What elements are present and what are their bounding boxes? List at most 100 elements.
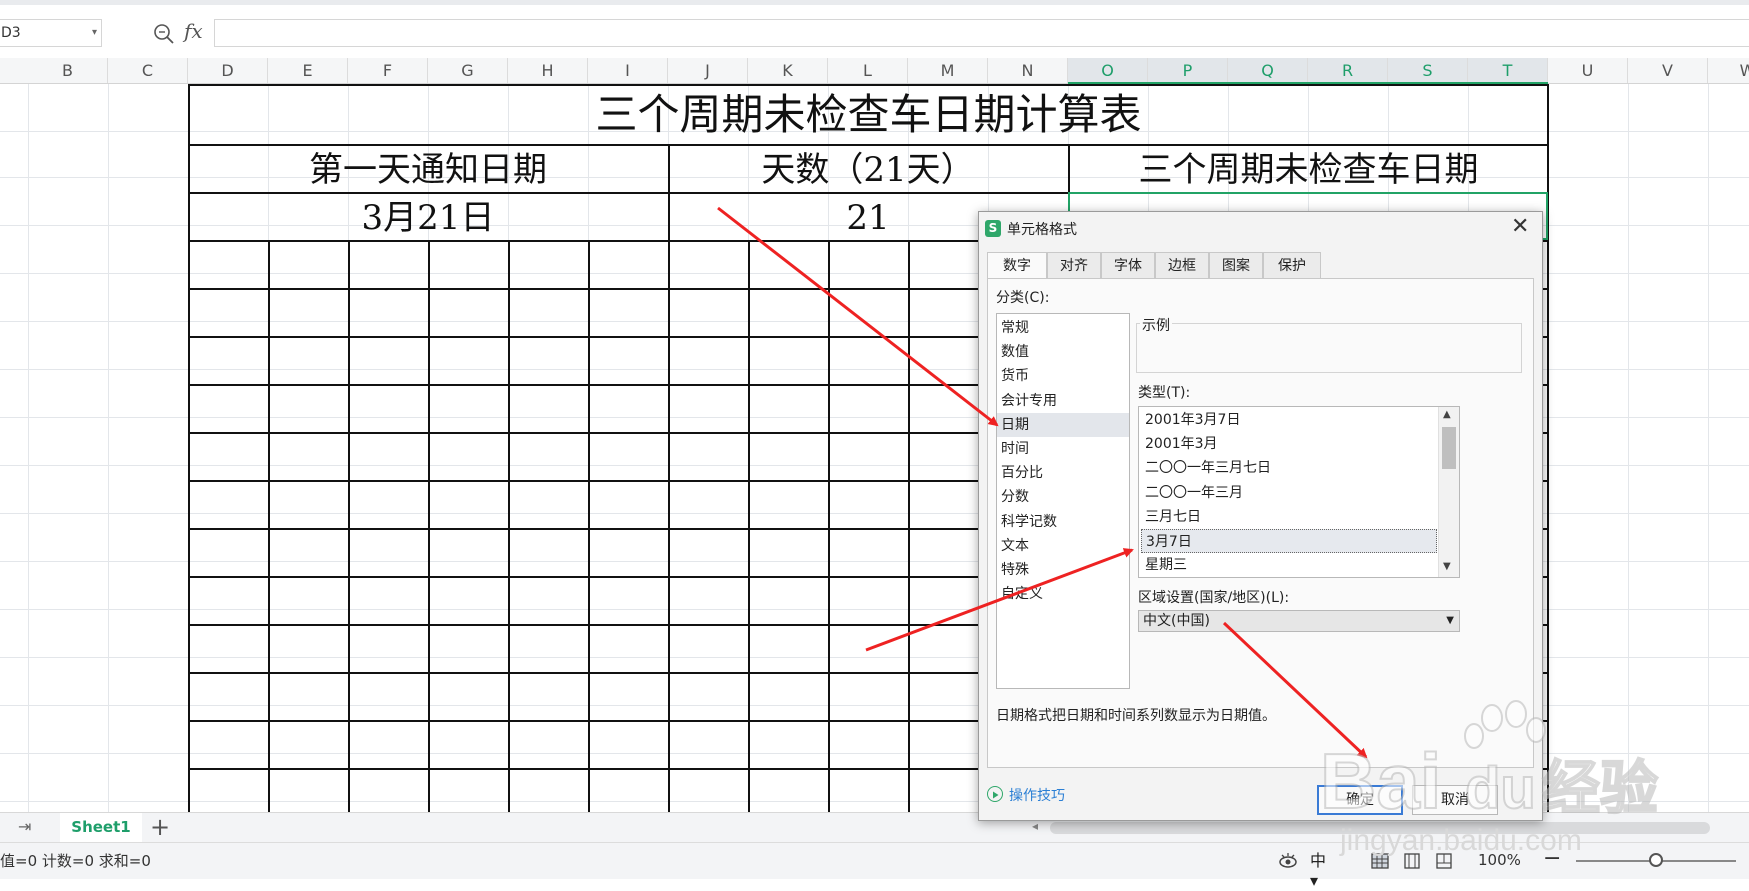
column-header-c[interactable]: C <box>108 58 188 83</box>
tab-alignment[interactable]: 对齐 <box>1047 252 1101 279</box>
status-bar: 值=0 计数=0 求和=0 中▾ 100% − <box>0 842 1749 890</box>
column-headers: BCDEFGHIJKLMNOPQRSTUVW <box>0 58 1749 84</box>
chevron-down-icon[interactable]: ▾ <box>92 20 97 46</box>
type-item[interactable]: 二〇〇一年三月 <box>1141 481 1437 505</box>
type-item[interactable]: 2001年3月 <box>1141 432 1437 456</box>
category-item[interactable]: 分数 <box>997 485 1129 509</box>
ok-button[interactable]: 确定 <box>1317 785 1403 815</box>
page-layout-icon[interactable] <box>1402 851 1422 871</box>
tab-border[interactable]: 边框 <box>1155 252 1209 279</box>
format-description: 日期格式把日期和时间系列数显示为日期值。 <box>996 708 1276 724</box>
type-item[interactable]: 2001年3月7日 <box>1141 408 1437 432</box>
table-border <box>668 240 670 814</box>
fx-icon[interactable]: fx <box>184 19 203 43</box>
scroll-down-icon[interactable]: ▼ <box>1443 561 1451 572</box>
zoom-out-button[interactable]: − <box>1543 846 1561 871</box>
category-item[interactable]: 日期 <box>997 412 1129 437</box>
close-icon[interactable]: ✕ <box>1511 214 1529 239</box>
column-header-t[interactable]: T <box>1468 58 1548 83</box>
input-method-icon[interactable]: 中▾ <box>1310 851 1330 890</box>
category-item[interactable]: 特殊 <box>997 558 1129 582</box>
column-header-u[interactable]: U <box>1548 58 1628 83</box>
column-header-b[interactable]: B <box>28 58 108 83</box>
horizontal-scrollbar[interactable] <box>1050 822 1710 834</box>
category-label: 分类(C): <box>996 290 1050 306</box>
column-header-q[interactable]: Q <box>1228 58 1308 83</box>
name-box[interactable]: D3 ▾ <box>0 19 102 47</box>
column-header-d[interactable]: D <box>188 58 268 83</box>
category-item[interactable]: 数值 <box>997 340 1129 364</box>
column-header-p[interactable]: P <box>1148 58 1228 83</box>
dialog-body: 分类(C): 常规 数值 货币 会计专用 日期 时间 百分比 分数 科学记数 文本 特殊 自定义 示例… <box>987 278 1534 768</box>
category-item[interactable]: 货币 <box>997 364 1129 388</box>
locale-select[interactable]: 中文(中国) ▼ <box>1138 610 1460 632</box>
column-header-k[interactable]: K <box>748 58 828 83</box>
column-header-h[interactable]: H <box>508 58 588 83</box>
table-border <box>428 240 430 814</box>
type-list-scrollbar[interactable]: ▲ ▼ <box>1438 407 1459 577</box>
play-tips-icon[interactable] <box>987 786 1003 802</box>
column-header-s[interactable]: S <box>1388 58 1468 83</box>
column-header-m[interactable]: M <box>908 58 988 83</box>
header-first-day[interactable]: 第一天通知日期 <box>188 146 668 192</box>
table-title[interactable]: 三个周期未检查车日期计算表 <box>188 84 1549 144</box>
column-header-o[interactable]: O <box>1068 58 1148 83</box>
category-item[interactable]: 会计专用 <box>997 389 1129 413</box>
normal-view-icon[interactable] <box>1370 851 1390 871</box>
tab-number[interactable]: 数字 <box>987 252 1047 280</box>
status-stats: 值=0 计数=0 求和=0 <box>0 852 151 870</box>
header-days[interactable]: 天数（21天） <box>668 146 1068 192</box>
last-sheet-icon[interactable]: ⇥ <box>18 817 31 836</box>
page-break-icon[interactable] <box>1434 851 1454 871</box>
dialog-title: 单元格格式 <box>1007 222 1077 238</box>
category-item[interactable]: 时间 <box>997 437 1129 461</box>
zoom-slider-handle[interactable] <box>1649 853 1663 867</box>
tab-protection[interactable]: 保护 <box>1263 252 1321 279</box>
column-header-g[interactable]: G <box>428 58 508 83</box>
value-first-day[interactable]: 3月21日 <box>188 194 668 240</box>
column-header-f[interactable]: F <box>348 58 428 83</box>
chevron-down-icon[interactable]: ▼ <box>1446 611 1454 631</box>
name-box-value: D3 <box>1 25 21 41</box>
scroll-up-icon[interactable]: ▲ <box>1443 409 1451 420</box>
column-header-j[interactable]: J <box>668 58 748 83</box>
category-item[interactable]: 自定义 <box>997 582 1129 606</box>
category-item[interactable]: 百分比 <box>997 461 1129 485</box>
type-item[interactable]: 三月七日 <box>1141 505 1437 529</box>
column-header-n[interactable]: N <box>988 58 1068 83</box>
tab-font[interactable]: 字体 <box>1101 252 1155 279</box>
table-border <box>188 144 1549 146</box>
column-header-i[interactable]: I <box>588 58 668 83</box>
type-item[interactable]: 3月7日 <box>1141 529 1437 553</box>
type-item[interactable]: 二〇〇一年三月七日 <box>1141 456 1437 480</box>
sheet-tab-sheet1[interactable]: Sheet1 <box>60 813 142 842</box>
formula-bar: D3 ▾ fx <box>0 5 1749 59</box>
category-item[interactable]: 文本 <box>997 534 1129 558</box>
tips-link[interactable]: 操作技巧 <box>1009 785 1065 805</box>
eye-protection-icon[interactable] <box>1278 851 1298 871</box>
type-item[interactable]: 星期三 <box>1141 553 1437 577</box>
zoom-search-icon[interactable] <box>153 23 175 45</box>
category-item[interactable]: 科学记数 <box>997 510 1129 534</box>
category-list[interactable]: 常规 数值 货币 会计专用 日期 时间 百分比 分数 科学记数 文本 特殊 自定义 <box>996 313 1130 689</box>
header-third-period[interactable]: 三个周期未检查车日期 <box>1068 146 1549 192</box>
table-border <box>268 240 270 814</box>
column-header-w[interactable]: W <box>1708 58 1749 83</box>
column-header-e[interactable]: E <box>268 58 348 83</box>
type-label: 类型(T): <box>1138 385 1191 401</box>
tab-pattern[interactable]: 图案 <box>1209 252 1263 279</box>
sample-label: 示例 <box>1140 315 1172 335</box>
table-border <box>748 240 750 814</box>
zoom-level[interactable]: 100% <box>1478 851 1521 869</box>
add-sheet-button[interactable]: + <box>150 813 170 841</box>
category-item[interactable]: 常规 <box>997 316 1129 340</box>
column-header-l[interactable]: L <box>828 58 908 83</box>
cancel-button[interactable]: 取消 <box>1412 785 1498 815</box>
scroll-left-icon[interactable]: ◂ <box>1032 819 1038 833</box>
type-list[interactable]: 星期三 3月7日 三月七日 二〇〇一年三月 二〇〇一年三月七日 2001年3月 2001年3… <box>1138 406 1460 578</box>
column-header-r[interactable]: R <box>1308 58 1388 83</box>
scroll-thumb[interactable] <box>1442 427 1456 469</box>
formula-input[interactable] <box>214 19 1749 47</box>
locale-value: 中文(中国) <box>1143 613 1210 629</box>
column-header-v[interactable]: V <box>1628 58 1708 83</box>
